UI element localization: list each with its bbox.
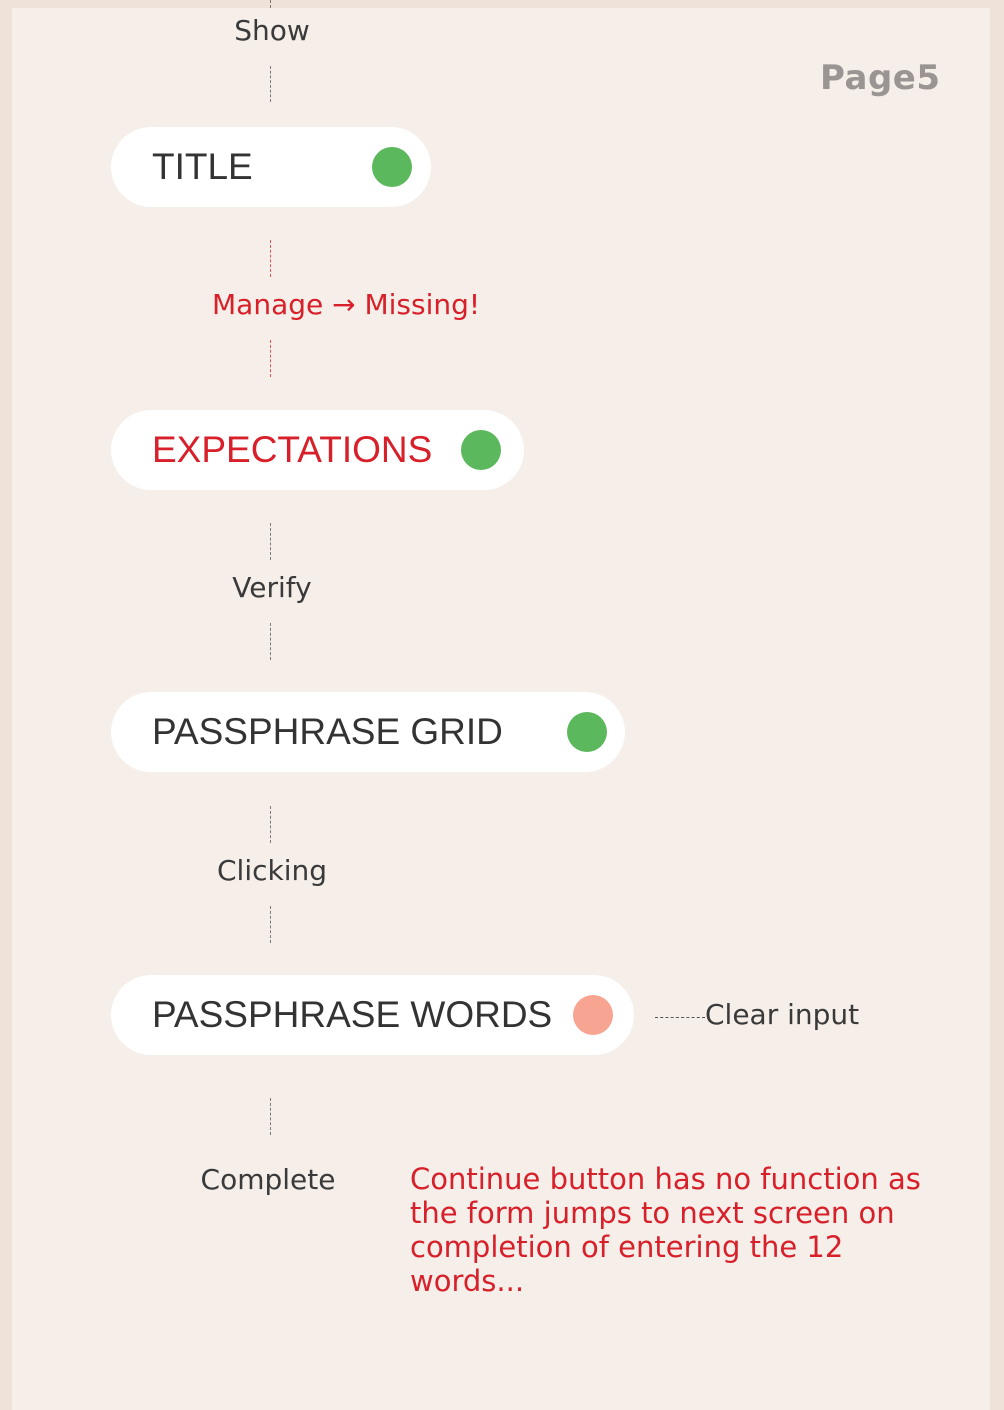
- status-ok-icon: [372, 147, 412, 187]
- node-expectations[interactable]: EXPECTATIONS: [111, 410, 524, 490]
- node-passphrase-grid-label: PASSPHRASE GRID: [152, 711, 503, 752]
- node-title-label: TITLE: [152, 146, 253, 187]
- connector-line-missing: [270, 340, 271, 377]
- connector-label-verify: Verify: [232, 571, 312, 604]
- branch-line: [655, 1017, 705, 1018]
- status-ok-icon: [567, 712, 607, 752]
- connector-label-clicking: Clicking: [216, 854, 328, 887]
- connector-line: [270, 623, 271, 660]
- connector-line: [270, 806, 271, 843]
- connector-label-manage-missing: Manage → Missing!: [212, 288, 481, 321]
- node-expectations-label: EXPECTATIONS: [152, 429, 433, 470]
- connector-line: [270, 1098, 271, 1135]
- connector-line: [270, 906, 271, 943]
- page-label: Page5: [820, 58, 941, 98]
- status-ok-icon: [461, 430, 501, 470]
- connector-label-show: Show: [234, 14, 310, 47]
- status-warn-icon: [573, 995, 613, 1035]
- node-passphrase-grid[interactable]: PASSPHRASE GRID: [111, 692, 625, 772]
- connector-line: [270, 0, 271, 8]
- connector-label-complete: Complete: [200, 1163, 336, 1196]
- connector-line: [270, 523, 271, 560]
- annotation-note: Continue button has no function as the f…: [410, 1162, 921, 1298]
- connector-line-missing: [270, 240, 271, 277]
- branch-label-clear-input: Clear input: [705, 998, 860, 1031]
- node-passphrase-words-label: PASSPHRASE WORDS: [152, 994, 553, 1035]
- node-passphrase-words[interactable]: PASSPHRASE WORDS: [111, 975, 634, 1055]
- connector-line: [270, 66, 271, 102]
- node-title[interactable]: TITLE: [111, 127, 431, 207]
